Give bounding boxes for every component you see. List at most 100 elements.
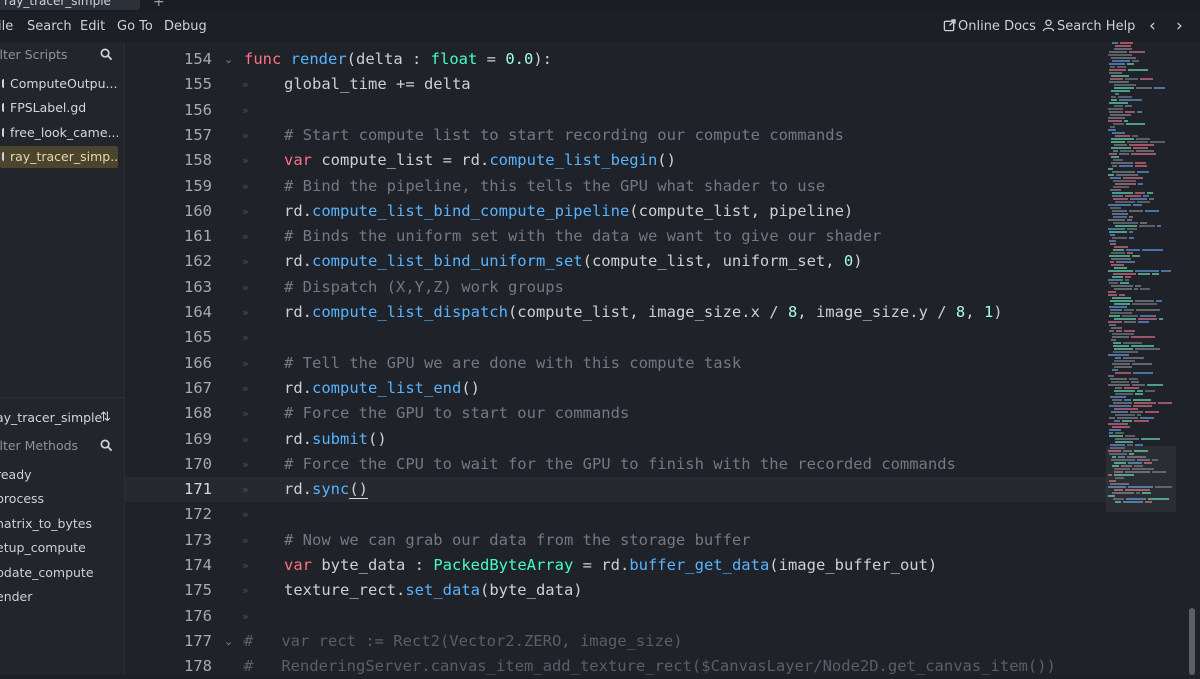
script-item-selected[interactable]: ray_tracer_simp... (0, 146, 118, 168)
indent-marker-icon: » (242, 204, 249, 218)
code-line[interactable]: 154 ⌄ func render(delta : float = 0.0): (124, 47, 1108, 72)
scrollbar-thumb[interactable] (1189, 608, 1195, 675)
code-text: # Dispatch (X,Y,Z) work groups (284, 277, 564, 296)
script-sidebar: ilter Scripts ComputeOutpu... FPSLabel.g… (0, 42, 124, 675)
fold-arrow-icon[interactable]: ⌄ (224, 629, 233, 654)
menu-search[interactable]: Search (27, 19, 72, 34)
code-line[interactable]: 157 » # Start compute list to start record… (124, 123, 1108, 148)
sort-icon[interactable]: ⇅ (100, 410, 111, 425)
method-item[interactable]: process (0, 491, 44, 506)
fold-arrow-icon[interactable]: ⌄ (224, 47, 233, 72)
code-line[interactable]: 172 » (124, 502, 1108, 527)
code-line[interactable]: 169 » rd.submit() (124, 427, 1108, 452)
script-item[interactable]: free_look_came... (0, 122, 118, 144)
filter-methods-input[interactable]: ilter Methods (0, 438, 78, 453)
code-text: # Force the CPU to wait for the GPU to f… (284, 454, 956, 473)
code-line[interactable]: 173 » # Now we can grab our data from the … (124, 528, 1108, 553)
line-number: 154 (184, 50, 212, 68)
code-line[interactable]: 155 » global_time += delta (124, 72, 1108, 97)
code-text: rd.sync() (284, 480, 368, 500)
vertical-scrollbar[interactable] (1186, 42, 1200, 675)
minimap-viewport[interactable] (1106, 446, 1176, 512)
indent-marker-icon: » (242, 255, 249, 269)
code-line[interactable]: 156 » (124, 98, 1108, 123)
line-number: 165 (184, 328, 212, 347)
code-line[interactable]: 168 » # Force the GPU to start our command… (124, 401, 1108, 426)
code-line[interactable]: 178» # RenderingServer.canvas_item_add_te… (124, 654, 1108, 679)
script-file-icon (2, 79, 9, 88)
code-line[interactable]: 170 » # Force the CPU to wait for the GPU … (124, 452, 1108, 477)
indent-marker-icon: » (242, 331, 249, 345)
search-help-button[interactable]: Search Help (1042, 19, 1135, 34)
editor-border (124, 42, 125, 675)
filter-scripts-row[interactable]: ilter Scripts (0, 43, 124, 67)
code-line[interactable]: 163 » # Dispatch (X,Y,Z) work groups (124, 275, 1108, 300)
code-line[interactable]: 164 » rd.compute_list_dispatch(compute_lis… (124, 300, 1108, 325)
menu-file[interactable]: ile (0, 19, 13, 34)
indent-marker-icon: » (242, 78, 249, 92)
code-line[interactable]: 158 » var compute_list = rd.compute_list_b… (124, 148, 1108, 173)
indent-marker-icon: » (242, 508, 249, 522)
method-item[interactable]: ready (0, 467, 32, 482)
script-item[interactable]: ComputeOutpu... (0, 73, 118, 95)
code-line[interactable]: 176 » (124, 604, 1108, 629)
line-number: 155 (184, 75, 212, 94)
code-text: # Force the GPU to start our commands (284, 404, 630, 423)
method-item[interactable]: etup_compute (0, 540, 86, 555)
code-line[interactable]: 161 » # Binds the uniform set with the dat… (124, 224, 1108, 249)
code-line[interactable]: 165 » (124, 325, 1108, 350)
search-icon (100, 48, 113, 61)
menu-edit[interactable]: Edit (80, 19, 105, 34)
code-line[interactable]: 174 » var byte_data : PackedByteArray = rd… (124, 553, 1108, 578)
code-line[interactable]: 167 » rd.compute_list_end() (124, 376, 1108, 401)
code-text: rd.compute_list_dispatch(compute_list, i… (284, 303, 1003, 321)
search-icon (100, 439, 113, 452)
line-number: 171 (184, 480, 212, 499)
line-number: 162 (184, 252, 212, 271)
script-item-label: ComputeOutpu... (10, 76, 118, 91)
code-line[interactable]: 160 » rd.compute_list_bind_compute_pipelin… (124, 199, 1108, 224)
menu-debug[interactable]: Debug (164, 19, 207, 34)
online-docs-button[interactable]: Online Docs (943, 19, 1036, 34)
tab-strip: ray_tracer_simple + (0, 0, 1200, 12)
code-minimap[interactable] (1106, 42, 1176, 512)
script-item[interactable]: FPSLabel.gd (0, 97, 118, 119)
line-number: 160 (184, 201, 212, 220)
code-editor[interactable]: 154 ⌄ func render(delta : float = 0.0): 155… (124, 42, 1200, 675)
line-number: 156 (184, 100, 212, 119)
line-number: 159 (184, 176, 212, 195)
method-item[interactable]: ender (0, 589, 32, 604)
add-tab-button[interactable]: + (153, 0, 165, 10)
pane-divider[interactable] (0, 397, 124, 398)
line-number: 167 (184, 378, 212, 397)
indent-marker-icon: » (242, 559, 249, 572)
script-file-icon (2, 128, 9, 137)
code-text: rd.submit() (284, 429, 387, 448)
filter-scripts-input[interactable]: ilter Scripts (0, 47, 67, 62)
menu-go-to[interactable]: Go To (117, 19, 153, 34)
code-text: # Start compute list to start recording … (284, 125, 844, 144)
forward-arrow-icon[interactable]: › (1176, 16, 1183, 36)
code-line[interactable]: 162 » rd.compute_list_bind_uniform_set(com… (124, 249, 1108, 274)
code-text: global_time += delta (284, 75, 471, 94)
indent-marker-icon: » (242, 432, 249, 446)
filter-methods-row[interactable]: ilter Methods (0, 434, 124, 458)
method-item[interactable]: pdate_compute (0, 565, 94, 580)
line-number: 177 (184, 631, 212, 650)
line-number: 168 (184, 404, 212, 423)
code-line[interactable]: 159 » # Bind the pipeline, this tells the … (124, 174, 1108, 199)
external-link-icon (943, 19, 956, 32)
online-docs-label: Online Docs (958, 19, 1036, 34)
code-text: texture_rect.set_data(byte_data) (284, 581, 583, 600)
code-line[interactable]: 171 » rd.sync() (124, 477, 1108, 503)
code-line[interactable]: 166 » # Tell the GPU we are done with this… (124, 351, 1108, 376)
code-text: # var rect := Rect2(Vector2.ZERO, image_… (244, 631, 683, 650)
line-number: 175 (184, 581, 212, 600)
indent-marker-icon: » (242, 356, 249, 370)
indent-marker-icon: » (242, 154, 249, 168)
code-line[interactable]: 177 ⌄» # var rect := Rect2(Vector2.ZERO, i… (124, 629, 1108, 654)
back-arrow-icon[interactable]: ‹ (1149, 16, 1156, 36)
code-line[interactable]: 175 » texture_rect.set_data(byte_data) (124, 578, 1108, 603)
method-item[interactable]: natrix_to_bytes (0, 516, 92, 531)
tab-ray-tracer-simple[interactable]: ray_tracer_simple (0, 0, 140, 10)
